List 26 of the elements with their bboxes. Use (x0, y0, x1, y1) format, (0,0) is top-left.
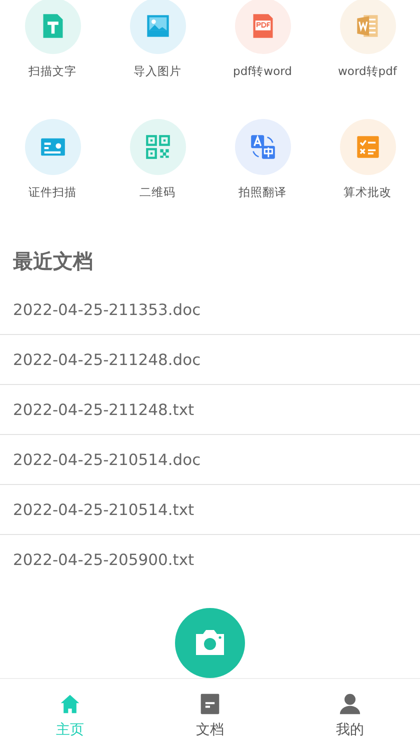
file-row[interactable]: 2022-04-25-210514.txt (0, 485, 420, 535)
tool-label: word转pdf (338, 64, 397, 79)
tab[interactable]: 文档 (140, 679, 280, 746)
image-icon (144, 13, 170, 39)
file-row[interactable]: 2022-04-25-205900.txt (0, 535, 420, 585)
file-row[interactable]: 2022-04-25-211248.doc (0, 335, 420, 385)
checklist-icon (354, 134, 380, 160)
person-icon (339, 692, 361, 714)
camera-icon (193, 628, 227, 658)
home-icon (59, 692, 81, 714)
section-title: 最近文档 (13, 248, 94, 275)
word-file-icon (354, 13, 380, 39)
file-row[interactable]: 2022-04-25-210514.doc (0, 435, 420, 485)
tool-label: 拍照翻译 (238, 185, 286, 200)
tool-label: 证件扫描 (28, 185, 76, 200)
tool-label: 导入图片 (134, 64, 182, 79)
document-icon (199, 692, 221, 714)
tool-label: pdf转word (233, 64, 292, 79)
translate-icon (250, 134, 276, 160)
qr-code-icon (144, 134, 170, 160)
file-row[interactable]: 2022-04-25-211353.doc (0, 285, 420, 335)
tab[interactable]: 我的 (280, 679, 420, 746)
file-row[interactable]: 2022-04-25-211248.txt (0, 385, 420, 435)
tool-label: 二维码 (140, 185, 176, 200)
tool-label: 扫描文字 (28, 64, 76, 79)
tool-label: 算术批改 (344, 185, 392, 200)
